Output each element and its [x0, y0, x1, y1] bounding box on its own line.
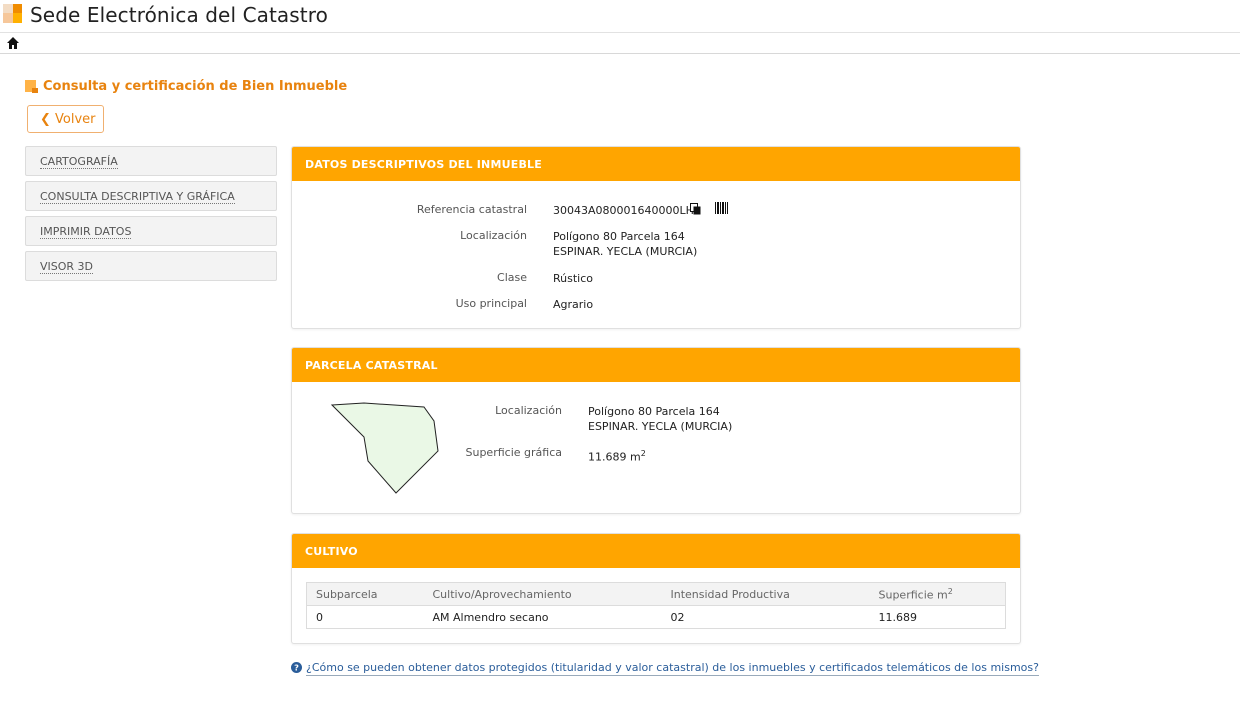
home-icon[interactable]: [6, 36, 20, 50]
panel-title: PARCELA CATASTRAL: [305, 359, 438, 372]
col-header: Subparcela: [306, 582, 424, 606]
panel-header: CULTIVO: [292, 534, 1020, 568]
panel-title: DATOS DESCRIPTIVOS DEL INMUEBLE: [305, 158, 542, 171]
back-button[interactable]: ❮ Volver: [27, 105, 104, 133]
panel-header: PARCELA CATASTRAL: [292, 348, 1020, 382]
nav-bar: [0, 33, 1240, 54]
page-title: Consulta y certificación de Bien Inmuebl…: [43, 79, 348, 94]
parcela-catastral-panel: PARCELA CATASTRAL Localización Polígono …: [291, 347, 1021, 514]
copy-icon[interactable]: [690, 203, 702, 215]
app-title: Sede Electrónica del Catastro: [30, 3, 328, 27]
sidebar-item-visor-3d[interactable]: VISOR 3D: [25, 251, 277, 281]
ref-label: Referencia catastral: [416, 203, 527, 216]
back-button-label: Volver: [55, 112, 96, 127]
sidebar-item-imprimir-datos[interactable]: IMPRIMIR DATOS: [25, 216, 277, 246]
sidebar-item-label: IMPRIMIR DATOS: [40, 225, 132, 239]
superficie-label: Superficie gráfica: [465, 446, 563, 459]
table-row: 0 AM Almendro secano 02 11.689: [306, 605, 1006, 629]
cultivo-table: Subparcela Cultivo/Aprovechamiento Inten…: [306, 582, 1006, 629]
document-icon: [25, 80, 38, 93]
clase-label: Clase: [497, 271, 527, 284]
ref-value: 30043A080001640000LH: [553, 204, 694, 217]
table-cell: 02: [661, 605, 870, 629]
table-cell: 0: [306, 605, 424, 629]
col-header: Intensidad Productiva: [661, 582, 870, 606]
loc-label: Localización: [460, 229, 527, 242]
clase-value: Rústico: [553, 272, 593, 285]
sidebar-item-label: VISOR 3D: [40, 260, 94, 274]
datos-descriptivos-panel: DATOS DESCRIPTIVOS DEL INMUEBLE Referenc…: [291, 146, 1021, 329]
sidebar-item-consulta-descriptiva[interactable]: CONSULTA DESCRIPTIVA Y GRÁFICA: [25, 181, 277, 211]
sidebar-item-cartografia[interactable]: CARTOGRAFÍA: [25, 146, 277, 176]
chevron-left-icon: ❮: [40, 112, 51, 127]
loc-line2: ESPINAR. YECLA (MURCIA): [553, 245, 698, 258]
catastro-logo-icon: [3, 4, 25, 26]
superficie-value: 11.689 m2: [588, 449, 646, 464]
table-header-row: Subparcela Cultivo/Aprovechamiento Inten…: [306, 582, 1006, 606]
question-circle-icon: ?: [291, 662, 302, 673]
protected-data-help-link[interactable]: ¿Cómo se pueden obtener datos protegidos…: [306, 661, 1039, 676]
panel-header: DATOS DESCRIPTIVOS DEL INMUEBLE: [292, 147, 1020, 181]
uso-value: Agrario: [553, 298, 594, 311]
sidebar-item-label: CONSULTA DESCRIPTIVA Y GRÁFICA: [40, 190, 235, 204]
table-cell: 11.689: [869, 605, 1006, 629]
uso-label: Uso principal: [455, 297, 527, 310]
parcela-loc-label: Localización: [495, 404, 562, 417]
col-header: Cultivo/Aprovechamiento: [423, 582, 662, 606]
sidebar-item-label: CARTOGRAFÍA: [40, 155, 118, 169]
barcode-icon[interactable]: [715, 202, 728, 214]
svg-text:?: ?: [294, 663, 299, 673]
table-cell: AM Almendro secano: [423, 605, 662, 629]
loc-line1: Polígono 80 Parcela 164: [553, 230, 685, 243]
parcela-loc-line2: ESPINAR. YECLA (MURCIA): [588, 420, 733, 433]
panel-title: CULTIVO: [305, 545, 358, 558]
col-header: Superficie m2: [869, 582, 1006, 606]
cultivo-panel: CULTIVO Subparcela Cultivo/Aprovechamien…: [291, 533, 1021, 644]
top-header: Sede Electrónica del Catastro: [0, 0, 1240, 33]
parcela-loc-line1: Polígono 80 Parcela 164: [588, 405, 720, 418]
